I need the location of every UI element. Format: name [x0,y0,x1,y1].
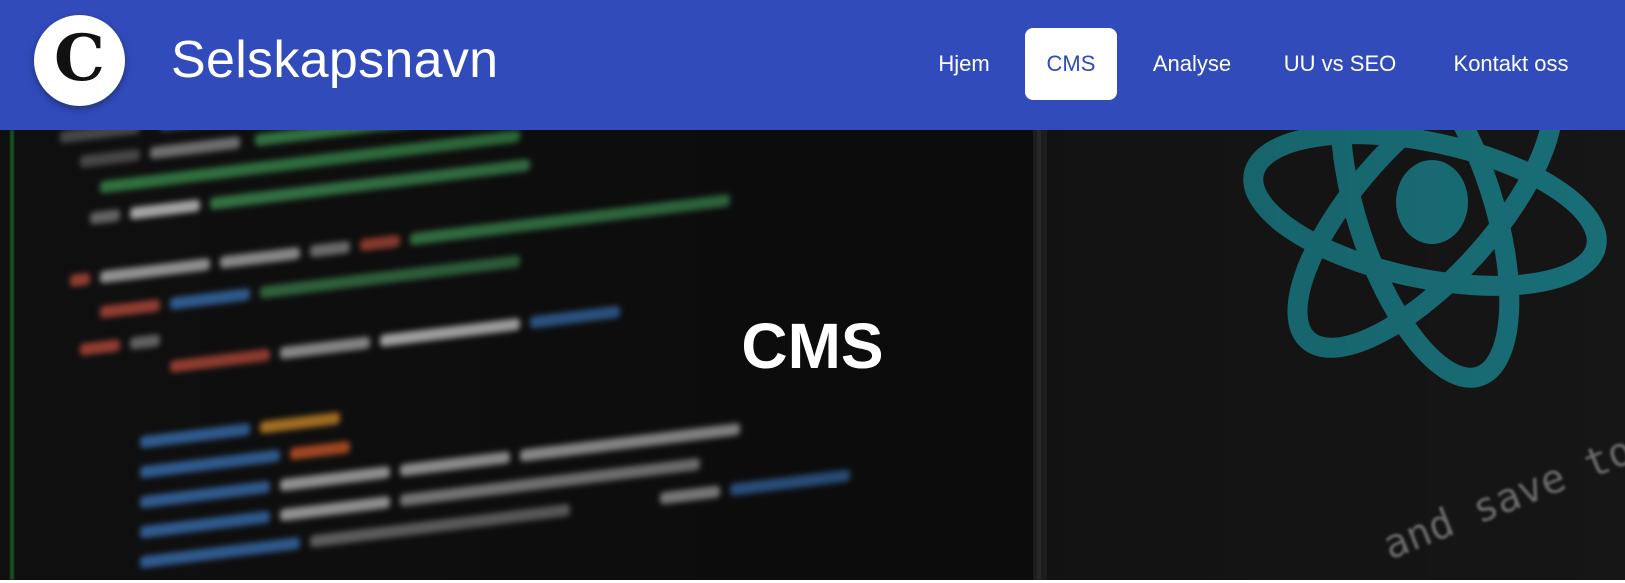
nav-item-uu-vs-seo[interactable]: UU vs SEO [1279,28,1401,100]
main-nav: Hjem CMS Analyse UU vs SEO Kontakt oss [0,0,1625,130]
site-header: C Selskapsnavn Hjem CMS Analyse UU vs SE… [0,0,1625,130]
nav-item-analyse[interactable]: Analyse [1142,28,1242,100]
nav-item-contact[interactable]: Kontakt oss [1436,28,1586,100]
hero-title: CMS [741,310,884,382]
page: C Selskapsnavn Hjem CMS Analyse UU vs SE… [0,0,1625,583]
nav-item-cms[interactable]: CMS [1025,28,1117,100]
hero-banner: and save to rel CMS [0,130,1625,580]
nav-item-home[interactable]: Hjem [920,28,1008,100]
